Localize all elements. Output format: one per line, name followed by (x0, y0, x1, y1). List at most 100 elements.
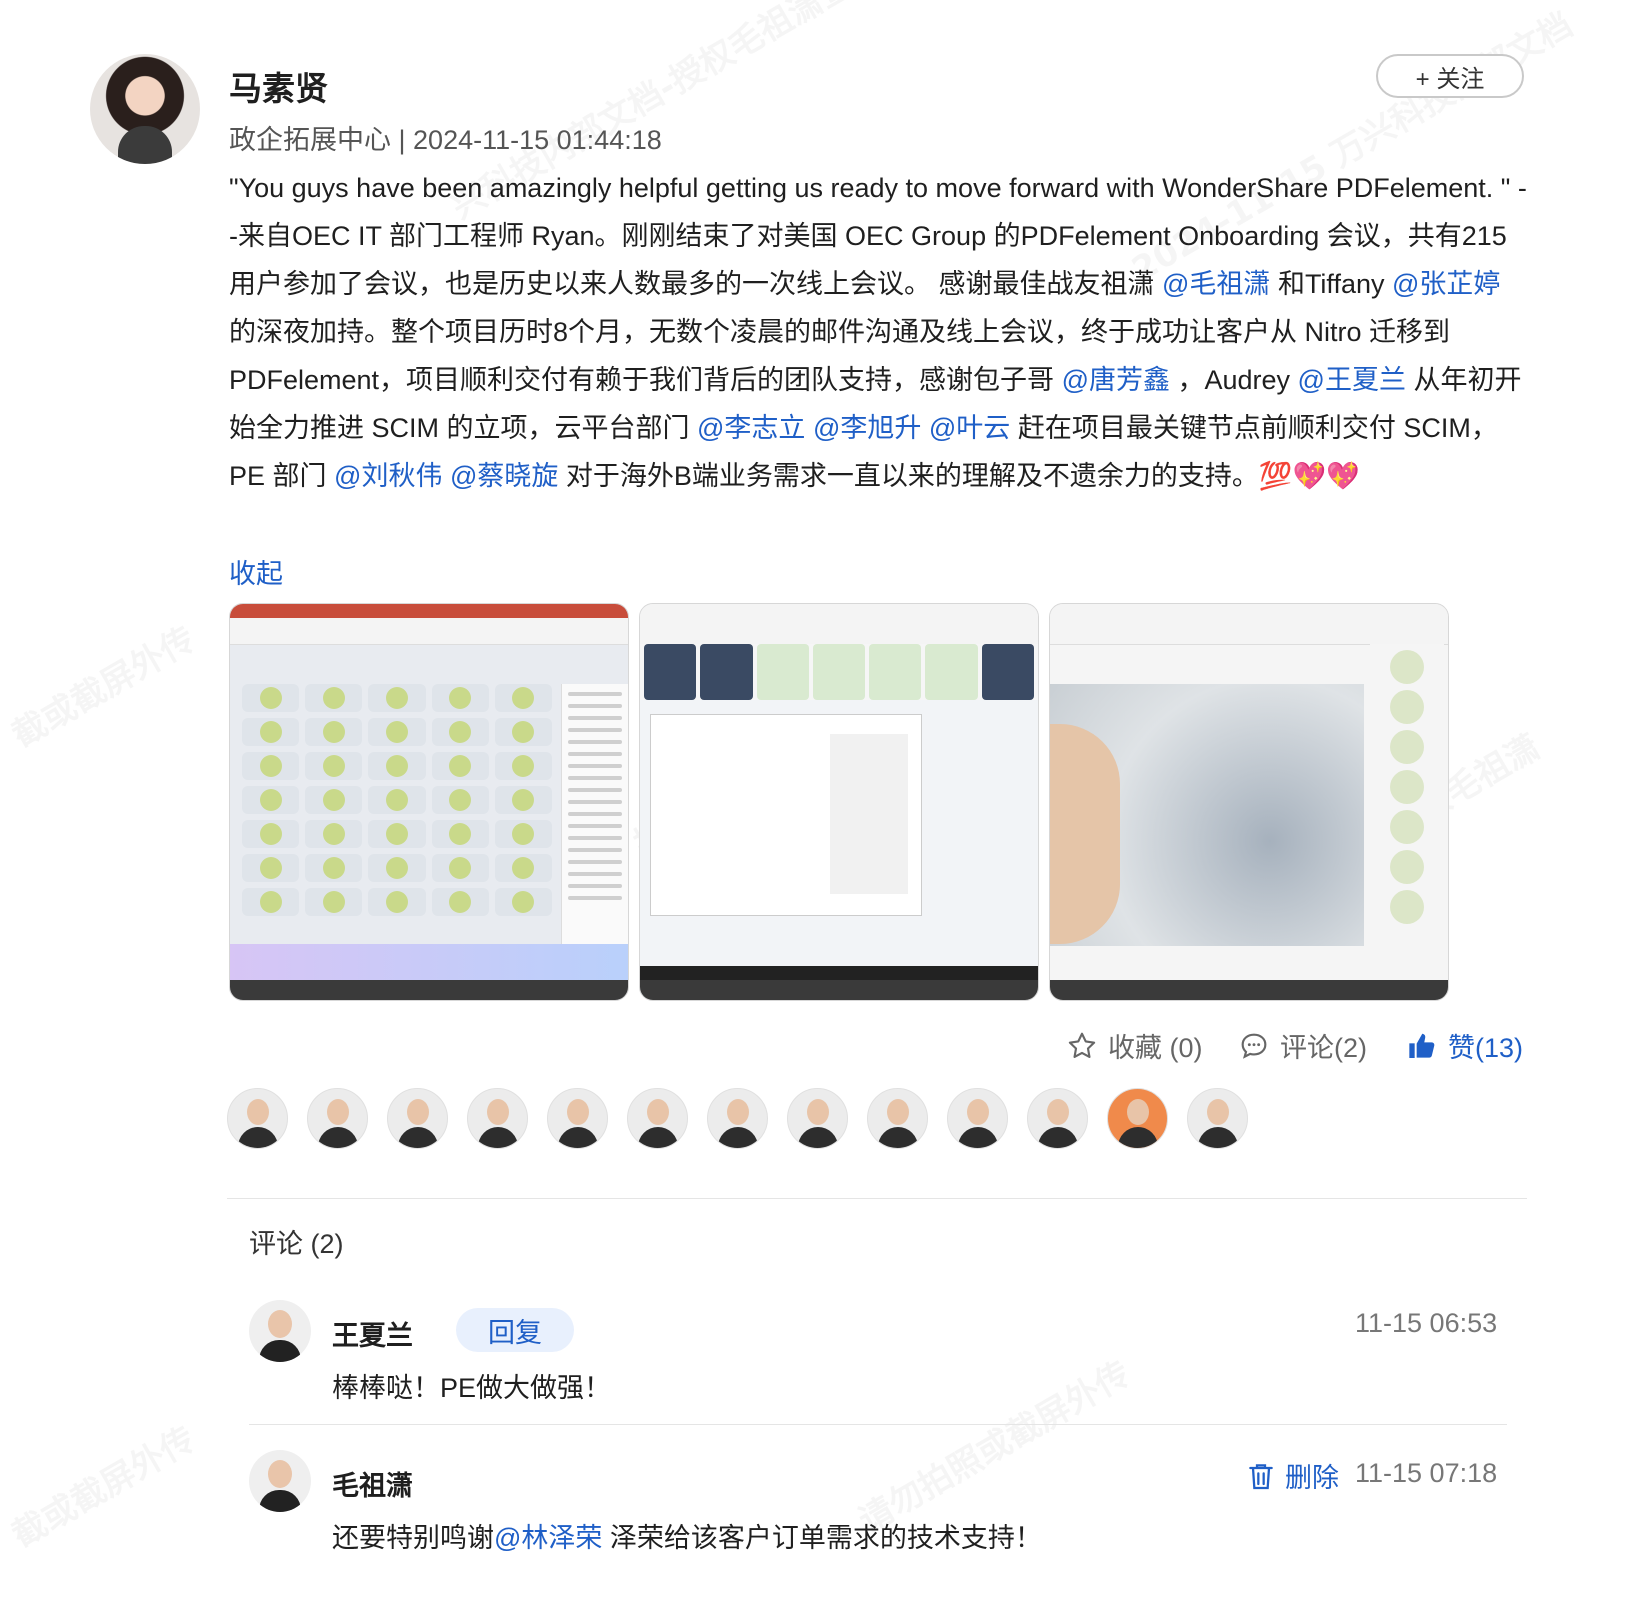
comment-text-post: 泽荣给该客户订单需求的技术支持！ (602, 1523, 1042, 1553)
participant-tile (494, 684, 552, 712)
comment-author[interactable]: 王夏兰 (332, 1314, 413, 1353)
comment-label: 评论(2) (1280, 1033, 1367, 1063)
comment-author[interactable]: 毛祖潇 (332, 1464, 413, 1503)
chat-line (568, 860, 622, 864)
liker-avatar[interactable] (627, 1088, 688, 1149)
participant-dot (385, 857, 408, 879)
participant-tile (431, 820, 489, 848)
participant-thumb (1390, 730, 1424, 764)
participant-tile (242, 718, 300, 746)
liker-avatar[interactable] (307, 1088, 368, 1149)
participant-dot (385, 755, 408, 777)
comment-avatar[interactable] (249, 1450, 311, 1512)
participant-dot (385, 891, 408, 913)
author-avatar[interactable] (90, 54, 200, 164)
chat-line (568, 824, 622, 828)
participant-tile (305, 718, 363, 746)
chat-line (568, 776, 622, 780)
liker-avatar[interactable] (467, 1088, 528, 1149)
liker-avatar[interactable] (227, 1088, 288, 1149)
participant-dot (449, 891, 472, 913)
video-tile (925, 644, 978, 700)
like-action[interactable]: 赞(13) (1406, 1026, 1523, 1065)
participant-tile (431, 718, 489, 746)
liker-avatar[interactable] (1107, 1088, 1168, 1149)
participant-thumb (1390, 770, 1424, 804)
taskbar (640, 966, 1038, 980)
status-bar (1050, 980, 1448, 1000)
mention-link[interactable]: @叶云 (929, 413, 1010, 443)
participant-tile (368, 888, 426, 916)
participant-dot (512, 755, 535, 777)
participant-tile (305, 684, 363, 712)
mention-link[interactable]: @张芷婷 (1392, 269, 1500, 299)
collapse-link[interactable]: 收起 (229, 552, 283, 591)
post-timestamp: 2024-11-15 01:44:18 (413, 125, 662, 155)
comment-avatar[interactable] (249, 1300, 311, 1362)
chat-line (568, 692, 622, 696)
liker-avatar[interactable] (947, 1088, 1008, 1149)
speaker-silhouette (1050, 724, 1120, 944)
liker-avatar[interactable] (867, 1088, 928, 1149)
video-tile (869, 644, 922, 700)
participant-dot (322, 857, 345, 879)
status-bar (640, 980, 1038, 1000)
mention-link[interactable]: @李旭升 (813, 413, 921, 443)
liker-avatar[interactable] (387, 1088, 448, 1149)
mention-link[interactable]: @刘秋伟 (334, 461, 442, 491)
liker-avatar[interactable] (787, 1088, 848, 1149)
participant-thumb (1390, 850, 1424, 884)
comment-action[interactable]: 评论(2) (1238, 1026, 1367, 1065)
participant-dot (259, 823, 282, 845)
mention-link[interactable]: @李志立 (697, 413, 805, 443)
chat-line (568, 704, 622, 708)
post-image-3[interactable] (1049, 603, 1449, 1001)
mention-link[interactable]: @蔡晓旋 (450, 461, 558, 491)
participant-strip (1370, 644, 1444, 946)
participant-tile (242, 752, 300, 780)
participant-tile (242, 888, 300, 916)
delete-label: 删除 (1285, 1463, 1339, 1493)
liker-avatar[interactable] (547, 1088, 608, 1149)
participant-tile (494, 786, 552, 814)
post-image-1[interactable] (229, 603, 629, 1001)
thumbs-up-icon (1409, 1033, 1435, 1058)
follow-button[interactable]: + 关注 (1376, 54, 1524, 98)
participant-tile (431, 684, 489, 712)
mention-link[interactable]: @林泽荣 (494, 1523, 602, 1553)
participant-dot (512, 857, 535, 879)
chat-line (568, 872, 622, 876)
chat-line (568, 836, 622, 840)
favorite-action[interactable]: 收藏 (0) (1066, 1026, 1203, 1065)
chat-line (568, 728, 622, 732)
star-icon (1068, 1032, 1096, 1058)
participant-tile (494, 752, 552, 780)
post-text (442, 461, 450, 491)
comments-title: 评论 (2) (249, 1229, 344, 1259)
participant-dot (322, 823, 345, 845)
participant-dot (322, 721, 345, 743)
participant-dot (385, 789, 408, 811)
comment-text: 还要特别鸣谢@林泽荣 泽荣给该客户订单需求的技术支持！ (332, 1516, 1042, 1555)
participant-tile (305, 888, 363, 916)
mention-link[interactable]: @唐芳鑫 (1062, 365, 1170, 395)
chat-line (568, 716, 622, 720)
participant-tile (494, 718, 552, 746)
liker-avatar[interactable] (1027, 1088, 1088, 1149)
mention-link[interactable]: @毛祖潇 (1162, 269, 1270, 299)
author-name[interactable]: 马素贤 (229, 62, 328, 110)
delete-button[interactable]: 删除 (1245, 1456, 1339, 1495)
section-divider (227, 1198, 1527, 1199)
liker-avatar[interactable] (1187, 1088, 1248, 1149)
liker-avatar[interactable] (707, 1088, 768, 1149)
participant-dot (449, 823, 472, 845)
reply-button[interactable]: 回复 (456, 1308, 574, 1352)
participant-tile (431, 854, 489, 882)
participant-dot (259, 721, 282, 743)
video-strip (640, 644, 1038, 700)
post-image-2[interactable] (639, 603, 1039, 1001)
mention-link[interactable]: @王夏兰 (1298, 365, 1406, 395)
video-tile (756, 644, 809, 700)
participant-dot (259, 789, 282, 811)
post-body: "You guys have been amazingly helpful ge… (229, 164, 1529, 500)
